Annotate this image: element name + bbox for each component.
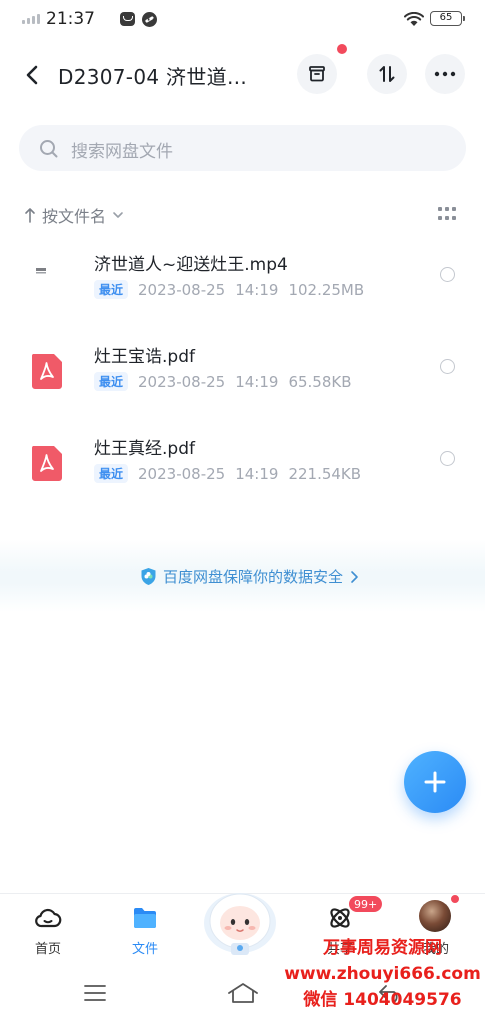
recent-badge: 最近 [94, 372, 129, 391]
archive-alert-dot [337, 44, 347, 54]
file-name: 灶王宝诰.pdf [94, 347, 195, 367]
notification-app-icon [120, 12, 135, 26]
status-time: 21:37 [46, 9, 95, 29]
grid-view-toggle[interactable] [438, 207, 458, 223]
file-time: 14:19 [235, 280, 279, 299]
nav-label: 文件 [131, 942, 158, 957]
video-file-icon [36, 268, 46, 274]
search-icon [40, 140, 58, 158]
watermark-line: www.zhouyi666.com [284, 964, 481, 984]
add-button[interactable] [404, 751, 466, 813]
pdf-file-icon [31, 354, 62, 389]
signal-icon [22, 14, 40, 24]
archive-button[interactable] [297, 54, 337, 94]
nav-files[interactable]: 文件 [105, 894, 185, 964]
file-row[interactable]: 灶王真经.pdf 最近 2023-08-25 14:19 221.54KB [0, 426, 485, 506]
arrow-up-icon [25, 208, 35, 223]
chevron-down-icon [113, 212, 123, 218]
watermark-line: 微信 1404049576 [303, 990, 462, 1010]
sort-control[interactable]: 按文件名 [24, 203, 124, 227]
file-time: 14:19 [235, 464, 279, 483]
plus-icon [424, 771, 446, 793]
recent-badge: 最近 [94, 280, 129, 299]
more-button[interactable] [425, 54, 465, 94]
banner-text: 百度网盘保障你的数据安全 [163, 568, 344, 586]
file-date: 2023-08-25 [138, 280, 226, 299]
nav-label: 首页 [34, 942, 61, 957]
file-row[interactable]: 灶王宝诰.pdf 最近 2023-08-25 14:19 65.58KB [0, 334, 485, 414]
select-radio[interactable] [440, 267, 455, 282]
file-name: 济世道人~迎送灶王.mp4 [94, 255, 288, 275]
chevron-right-icon [351, 570, 358, 583]
file-size: 65.58KB [288, 372, 352, 391]
file-meta: 最近 2023-08-25 14:19 221.54KB [94, 464, 361, 483]
search-input[interactable]: 搜索网盘文件 [19, 125, 466, 171]
more-icon [434, 71, 456, 77]
select-radio[interactable] [440, 359, 455, 374]
folder-icon [134, 908, 156, 928]
cloud-icon [35, 908, 62, 928]
back-button[interactable] [18, 60, 48, 90]
profile-alert-dot [450, 894, 460, 904]
nav-home[interactable]: 首页 [8, 894, 88, 964]
mascot-icon[interactable] [197, 885, 283, 955]
recent-badge: 最近 [94, 464, 129, 483]
battery-indicator: 65 [430, 11, 465, 26]
file-size: 102.25MB [288, 280, 365, 299]
chevron-left-icon [26, 65, 38, 85]
pdf-file-icon [31, 446, 62, 481]
home-icon[interactable] [227, 982, 259, 1004]
file-date: 2023-08-25 [138, 372, 226, 391]
transfer-button[interactable] [367, 54, 407, 94]
file-meta: 最近 2023-08-25 14:19 65.58KB [94, 372, 352, 391]
file-date: 2023-08-25 [138, 464, 226, 483]
archive-icon [309, 66, 325, 82]
grid-icon [438, 207, 442, 211]
watermark: 万事周易资源网 www.zhouyi666.com 微信 1404049576 [280, 935, 485, 1013]
security-banner[interactable]: 百度网盘保障你的数据安全 [0, 540, 485, 612]
menu-icon[interactable] [84, 984, 106, 1002]
wifi-icon [404, 12, 424, 26]
watermark-line: 万事周易资源网 [323, 938, 442, 958]
file-row[interactable]: 济世道人~迎送灶王.mp4 最近 2023-08-25 14:19 102.25… [0, 242, 485, 322]
transfer-icon [379, 66, 395, 82]
file-meta: 最近 2023-08-25 14:19 102.25MB [94, 280, 364, 299]
shield-icon [141, 568, 156, 585]
status-bar: 21:37 ··· 65 [0, 0, 485, 38]
status-more-icon: ··· [141, 10, 157, 29]
select-radio[interactable] [440, 451, 455, 466]
share-badge: 99+ [348, 895, 384, 913]
file-size: 221.54KB [288, 464, 362, 483]
page-title: D2307-04 济世道… [58, 65, 248, 89]
avatar[interactable] [419, 900, 451, 932]
search-placeholder: 搜索网盘文件 [71, 142, 173, 162]
file-time: 14:19 [235, 372, 279, 391]
file-name: 灶王真经.pdf [94, 439, 195, 459]
header: D2307-04 济世道… [0, 44, 485, 102]
sort-label: 按文件名 [42, 207, 107, 226]
